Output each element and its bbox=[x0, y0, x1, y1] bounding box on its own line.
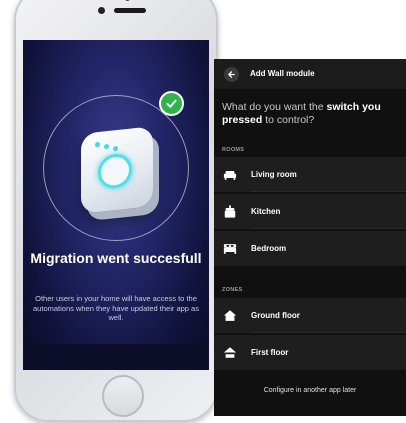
row-divider bbox=[251, 228, 406, 229]
zone-label: First floor bbox=[251, 348, 289, 357]
zone-label: Ground floor bbox=[251, 311, 300, 320]
bed-icon bbox=[223, 244, 237, 254]
row-divider bbox=[251, 332, 406, 333]
back-button[interactable] bbox=[224, 67, 239, 82]
migration-screen: Migration went succesfull Other users in… bbox=[23, 40, 209, 370]
bridge-light-dot-icon bbox=[95, 141, 100, 148]
success-check-icon bbox=[159, 91, 184, 116]
zone-item-first-floor[interactable]: First floor bbox=[214, 335, 406, 370]
screen-footer bbox=[23, 344, 209, 370]
sofa-icon bbox=[223, 171, 237, 180]
room-item-kitchen[interactable]: Kitchen bbox=[214, 194, 406, 229]
question-prefix: What do you want the bbox=[222, 101, 327, 113]
add-wall-module-panel: Add Wall module What do you want the swi… bbox=[214, 59, 406, 416]
room-item-bedroom[interactable]: Bedroom bbox=[214, 231, 406, 266]
phone-mockup: Migration went succesfull Other users in… bbox=[14, 0, 218, 422]
configure-later-link[interactable]: Configure in another app later bbox=[214, 387, 406, 394]
room-item-living-room[interactable]: Living room bbox=[214, 157, 406, 192]
home-icon bbox=[223, 310, 237, 321]
row-divider bbox=[251, 191, 406, 192]
kitchen-icon bbox=[224, 205, 236, 218]
migration-description: Other users in your home will have acces… bbox=[33, 294, 199, 322]
room-label: Bedroom bbox=[251, 244, 287, 253]
room-label: Kitchen bbox=[251, 207, 281, 216]
question-suffix: to control? bbox=[262, 114, 315, 126]
bridge-light-dot-icon bbox=[113, 145, 118, 152]
house-floor-icon bbox=[223, 347, 237, 358]
question-text: What do you want the switch you pressed … bbox=[222, 101, 406, 127]
arrow-left-icon bbox=[228, 71, 235, 78]
hue-bridge-icon bbox=[81, 126, 153, 214]
front-camera-icon bbox=[98, 7, 105, 14]
room-label: Living room bbox=[251, 170, 297, 179]
home-button[interactable] bbox=[102, 375, 144, 417]
zone-item-ground-floor[interactable]: Ground floor bbox=[214, 298, 406, 333]
migration-title: Migration went succesfull bbox=[30, 250, 202, 266]
bridge-light-dot-icon bbox=[104, 143, 109, 150]
bridge-link-button-icon bbox=[98, 152, 132, 190]
earpiece-speaker bbox=[114, 8, 146, 13]
rooms-section-label: ROOMS bbox=[222, 147, 245, 153]
camera-dot-icon bbox=[125, 0, 130, 1]
zones-section-label: ZONES bbox=[222, 287, 243, 293]
app-header: Add Wall module bbox=[214, 59, 406, 89]
header-title: Add Wall module bbox=[250, 69, 315, 78]
